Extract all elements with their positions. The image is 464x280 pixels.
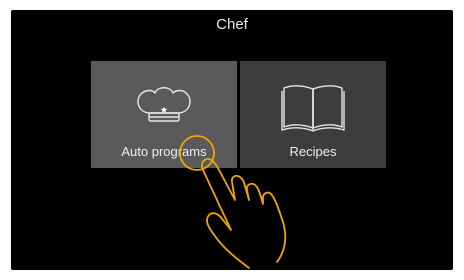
auto-programs-tile[interactable]: Auto programs [91, 61, 237, 168]
display-screen: Chef Auto programs Recipes [11, 10, 453, 270]
auto-programs-label: Auto programs [121, 144, 207, 159]
recipes-label: Recipes [289, 144, 337, 159]
chef-hat-icon [137, 87, 191, 122]
book-icon [281, 85, 345, 132]
device-frame: Chef Auto programs Recipes [0, 0, 464, 280]
screen-title: Chef [216, 16, 248, 33]
star-icon [160, 106, 168, 113]
recipes-tile[interactable]: Recipes [240, 61, 386, 168]
